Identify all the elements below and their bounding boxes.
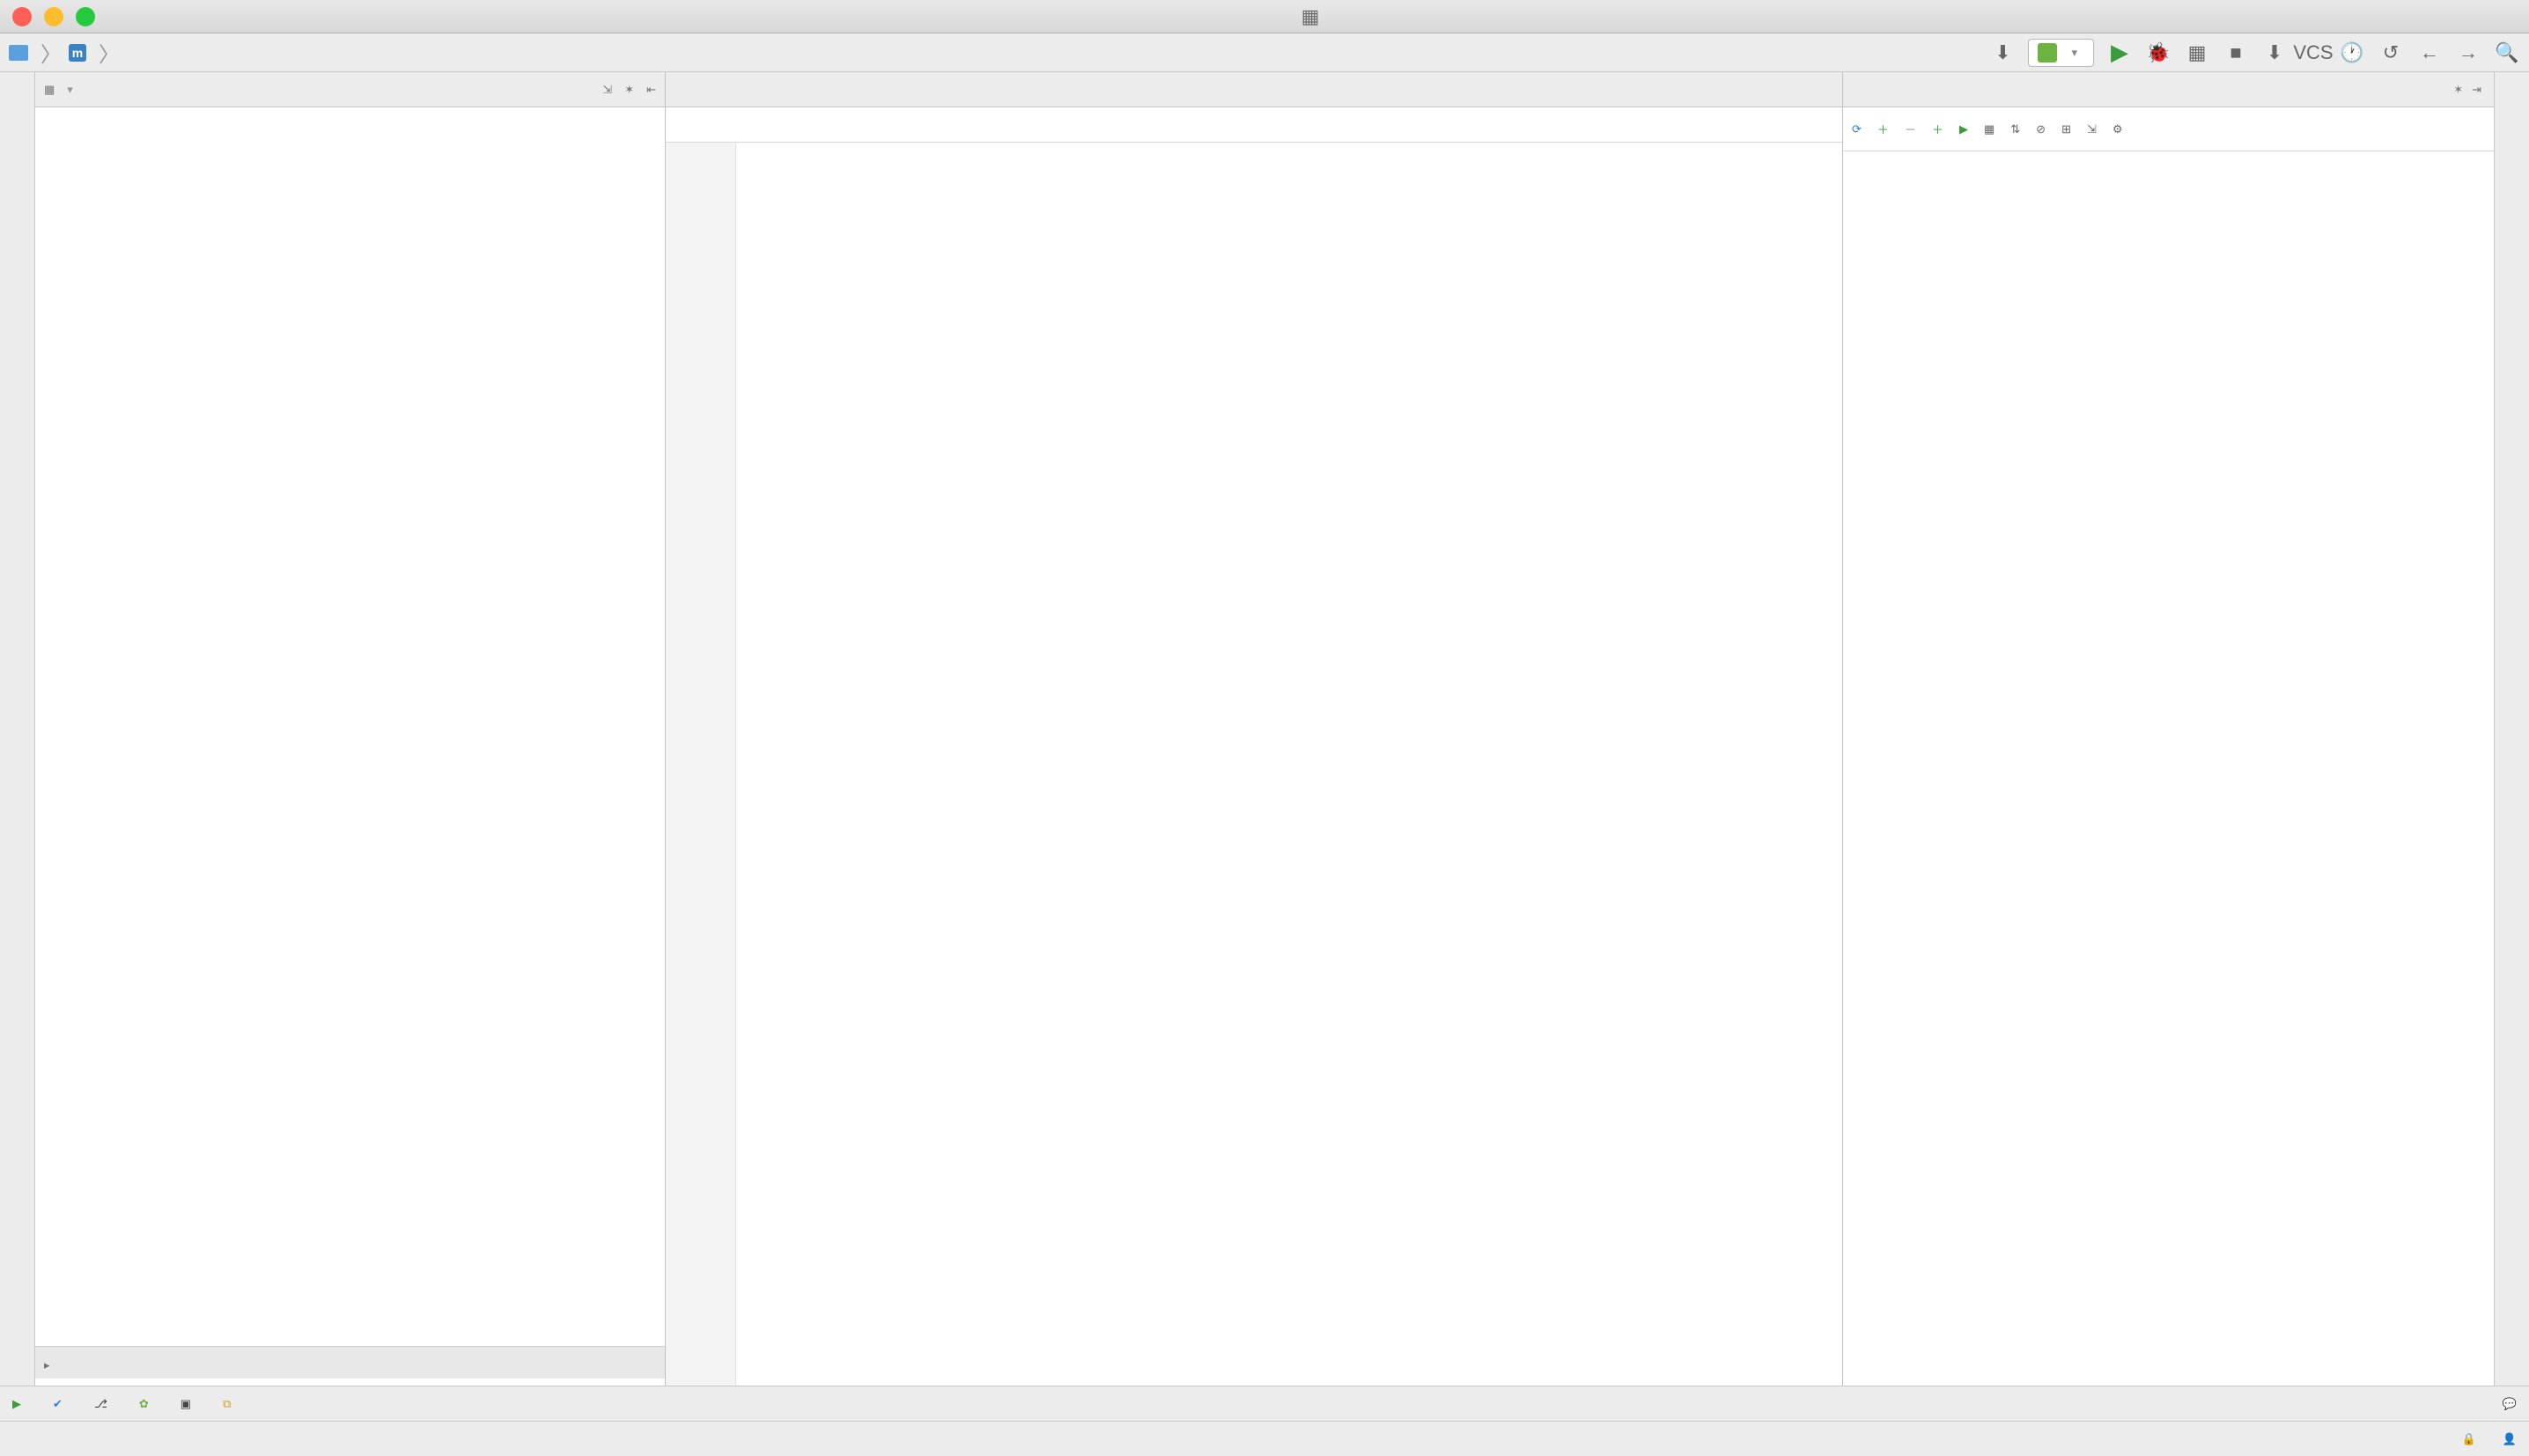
- editor-tabs: [666, 72, 1842, 107]
- maven-icon: m: [69, 44, 86, 62]
- settings-icon[interactable]: ✶: [2453, 83, 2463, 97]
- vcs-history-button[interactable]: 🕐: [2339, 40, 2365, 66]
- event-log-button[interactable]: 💬: [2503, 1397, 2517, 1411]
- todo-tool-button[interactable]: ✔: [53, 1397, 70, 1411]
- vcs-update-button[interactable]: ⬇: [2261, 40, 2288, 66]
- search-button[interactable]: 🔍: [2494, 40, 2520, 66]
- collapse-icon[interactable]: ⇲: [602, 83, 612, 97]
- breadcrumb-item[interactable]: [9, 45, 33, 61]
- add-icon[interactable]: ＋: [1877, 121, 1889, 137]
- forward-button[interactable]: →: [2455, 40, 2481, 66]
- spring-tool-button[interactable]: ✿: [139, 1397, 156, 1411]
- run-tool-button[interactable]: ▶: [12, 1397, 28, 1411]
- main-area: ▦ ▾ ⇲ ✶ ⇤ ▸ ✶ ⇥: [0, 72, 2529, 1386]
- breadcrumb: 〉 m 〉: [9, 37, 120, 68]
- maven-toolbar: ⟳ ＋ － ＋ ▶ ▦ ⇅ ⊘ ⊞ ⇲ ⚙: [1843, 107, 2494, 151]
- stop-button[interactable]: ■: [2223, 40, 2249, 66]
- run-button[interactable]: ▶: [2106, 40, 2133, 66]
- debug-button[interactable]: 🐞: [2145, 40, 2171, 66]
- vcs-commit-button[interactable]: VCS: [2300, 40, 2326, 66]
- right-tool-strip: [2494, 72, 2529, 1386]
- window-controls: [12, 7, 95, 26]
- lock-icon[interactable]: 🔒: [2462, 1432, 2476, 1446]
- hide-icon[interactable]: ⇤: [646, 83, 656, 97]
- collapse-icon[interactable]: ⇲: [2087, 122, 2097, 136]
- remove-icon[interactable]: －: [1905, 121, 1916, 137]
- coverage-button[interactable]: ▦: [2184, 40, 2210, 66]
- breadcrumb-separator: 〉: [41, 37, 62, 68]
- hector-icon[interactable]: 👤: [2503, 1432, 2517, 1446]
- folder-icon: [9, 45, 28, 61]
- messages-tool-button[interactable]: ⧉: [223, 1397, 238, 1411]
- breadcrumb-item[interactable]: m: [69, 44, 92, 62]
- close-window-button[interactable]: [12, 7, 32, 26]
- project-panel-header: ▦ ▾ ⇲ ✶ ⇤: [35, 72, 665, 107]
- left-tool-strip: [0, 72, 35, 1386]
- breadcrumb-separator: 〉: [99, 37, 120, 68]
- navigation-bar: 〉 m 〉 ⬇ ▾ ▶ 🐞 ▦ ■ ⬇ VCS 🕐 ↺ ← → 🔍: [0, 33, 2529, 72]
- status-bar: 🔒 👤: [0, 1421, 2529, 1456]
- maximize-window-button[interactable]: [76, 7, 95, 26]
- project-tree[interactable]: [35, 107, 665, 1346]
- toggle-icon[interactable]: ⇅: [2010, 122, 2020, 136]
- title-bar: ▦: [0, 0, 2529, 33]
- maven-tree[interactable]: [1843, 151, 2494, 1386]
- window-title: ▦: [113, 4, 2517, 29]
- maven-panel: ✶ ⇥ ⟳ ＋ － ＋ ▶ ▦ ⇅ ⊘ ⊞ ⇲ ⚙: [1842, 72, 2494, 1386]
- run-icon[interactable]: ▶: [1959, 122, 1968, 136]
- settings-icon[interactable]: ⚙: [2112, 122, 2123, 136]
- bottom-tool-bar: ▶ ✔ ⎇ ✿ ▣ ⧉ 💬: [0, 1386, 2529, 1421]
- add-icon[interactable]: ＋: [1932, 121, 1943, 137]
- dropdown-caret-icon: ▾: [2071, 46, 2077, 60]
- terminal-tool-button[interactable]: ▣: [181, 1397, 198, 1411]
- skip-tests-icon[interactable]: ⊘: [2036, 122, 2046, 136]
- toolbar: ⬇ ▾ ▶ 🐞 ▦ ■ ⬇ VCS 🕐 ↺ ← → 🔍: [1989, 39, 2520, 67]
- external-libraries-header[interactable]: ▸: [35, 1346, 665, 1379]
- spring-icon: [2038, 43, 2057, 63]
- app-icon: ▦: [1301, 5, 1320, 27]
- gutter: [666, 143, 736, 1386]
- execute-icon[interactable]: ▦: [1984, 122, 1994, 136]
- vcs-revert-button[interactable]: ↺: [2378, 40, 2404, 66]
- vcs-tool-button[interactable]: ⎇: [94, 1397, 114, 1411]
- hide-icon[interactable]: ⇥: [2472, 83, 2481, 97]
- run-configuration-dropdown[interactable]: ▾: [2028, 39, 2094, 67]
- editor-body[interactable]: [666, 143, 1842, 1386]
- editor-breadcrumbs: [666, 107, 1842, 143]
- code-area[interactable]: [736, 143, 1842, 1386]
- make-button[interactable]: ⬇: [1989, 40, 2016, 66]
- show-deps-icon[interactable]: ⊞: [2061, 122, 2071, 136]
- external-libraries-tree[interactable]: [35, 1379, 665, 1386]
- refresh-icon[interactable]: ⟳: [1852, 122, 1862, 136]
- project-panel: ▦ ▾ ⇲ ✶ ⇤ ▸: [35, 72, 666, 1386]
- editor: [666, 72, 1842, 1386]
- settings-icon[interactable]: ✶: [624, 83, 634, 97]
- maven-panel-header: ✶ ⇥: [1843, 72, 2494, 107]
- back-button[interactable]: ←: [2416, 40, 2443, 66]
- minimize-window-button[interactable]: [44, 7, 63, 26]
